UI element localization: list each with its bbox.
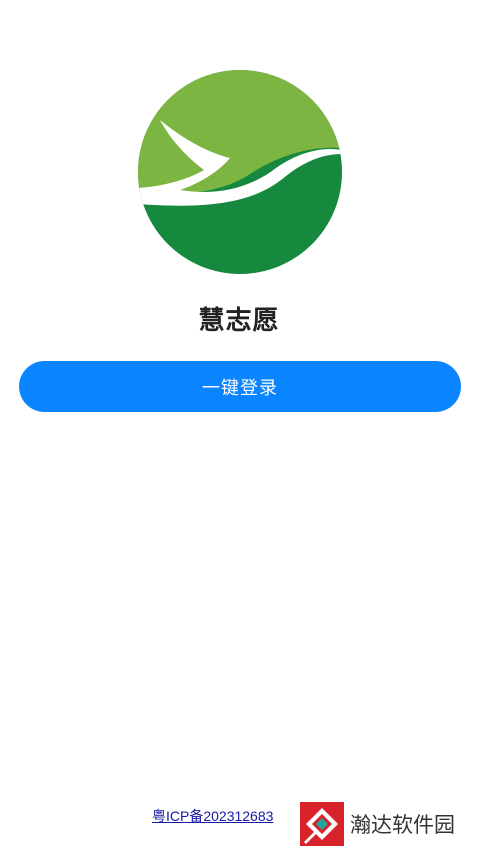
app-logo-icon	[138, 70, 342, 274]
app-name-title: 慧志愿	[198, 306, 280, 336]
icp-record-link[interactable]: 粤ICP备202312683	[152, 806, 273, 826]
watermark: 瀚达软件园	[300, 800, 455, 848]
watermark-text: 瀚达软件园	[350, 813, 455, 837]
handa-watermark-icon	[300, 802, 344, 846]
login-screen: 慧志愿 一键登录 粤ICP备202312683 瀚达软件园	[0, 0, 478, 850]
one-click-login-button[interactable]: 一键登录	[19, 361, 461, 412]
